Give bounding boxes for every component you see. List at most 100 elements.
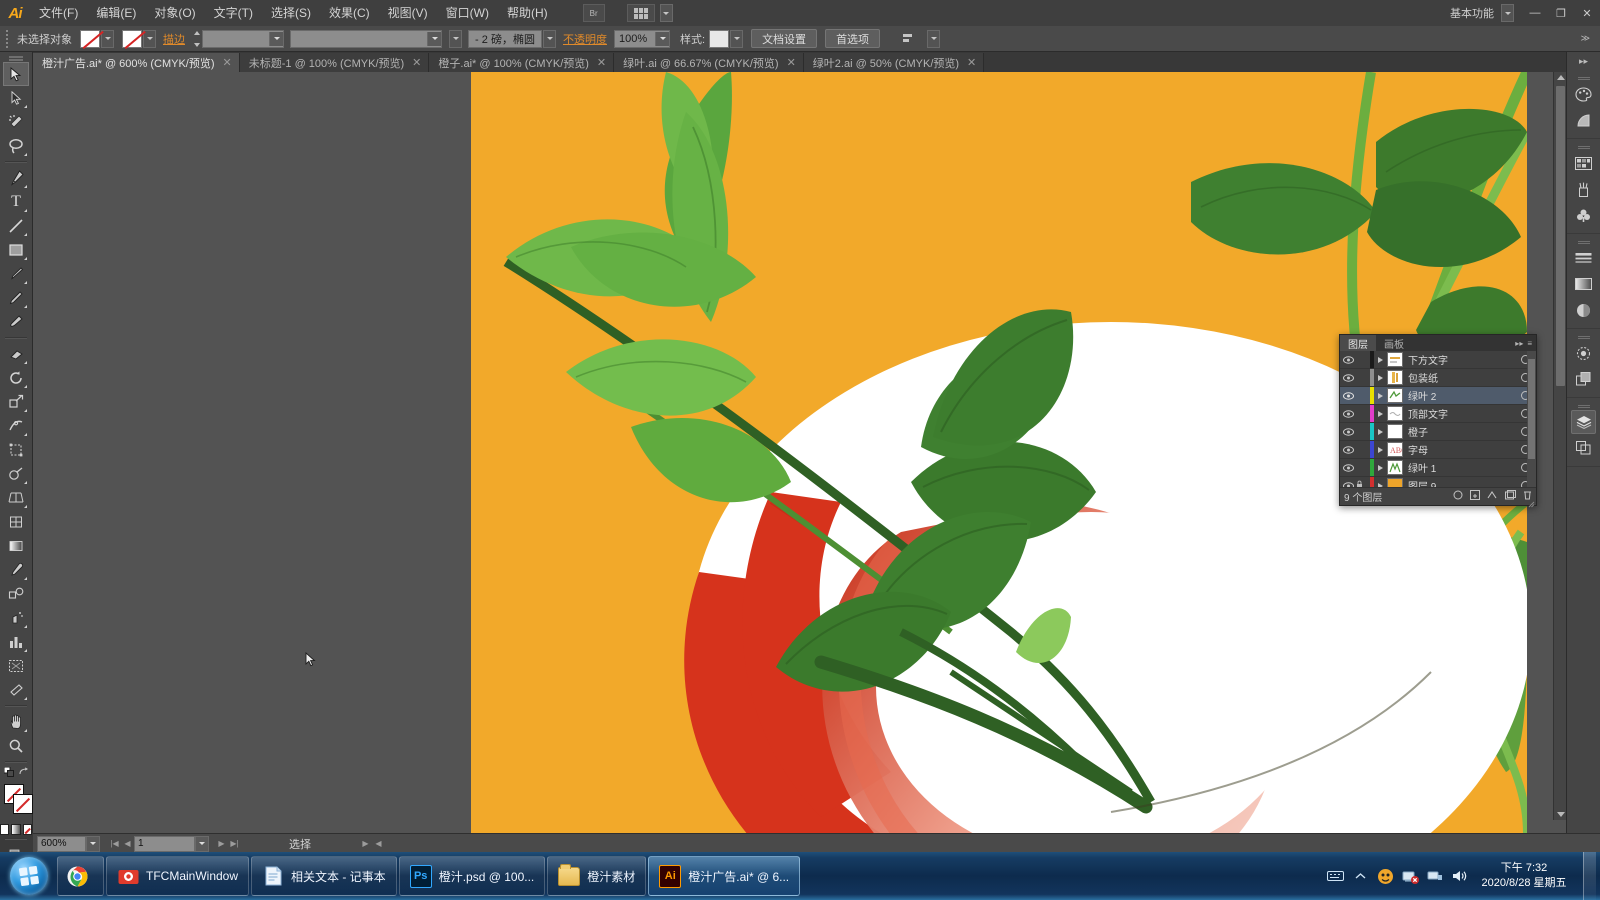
close-icon[interactable]: ✕ [597, 56, 606, 69]
brushes-panel-icon[interactable] [1571, 177, 1596, 201]
visibility-eye-icon[interactable] [1340, 427, 1356, 436]
graphic-style-swatch[interactable] [709, 29, 730, 48]
table-row[interactable]: 下方文字 [1340, 351, 1536, 369]
expand-triangle-icon[interactable] [1374, 357, 1387, 363]
zoom-dropdown-arrow[interactable] [86, 835, 100, 852]
layer-name[interactable]: 字母 [1408, 442, 1514, 457]
layer-name[interactable]: 包装纸 [1408, 370, 1514, 385]
artboard-tool[interactable] [3, 654, 29, 678]
bridge-button[interactable]: Br [582, 4, 605, 22]
visibility-eye-icon[interactable] [1340, 445, 1356, 454]
color-button[interactable] [0, 824, 10, 835]
first-artboard-button[interactable]: |◀ [108, 837, 121, 851]
appearance-panel-icon[interactable] [1571, 341, 1596, 365]
dock-group-gripper[interactable] [1567, 333, 1600, 339]
opacity-extra-arrow[interactable] [449, 29, 462, 48]
align-icon[interactable] [896, 31, 922, 47]
slice-tool[interactable] [3, 678, 29, 702]
document-setup-button[interactable]: 文档设置 [751, 29, 818, 48]
table-row[interactable]: 绿叶 2 [1340, 387, 1536, 405]
visibility-eye-icon[interactable] [1340, 463, 1356, 472]
rectangle-tool[interactable] [3, 238, 29, 262]
stroke-link[interactable]: 描边 [163, 31, 185, 47]
tab-layers[interactable]: 图层 [1340, 335, 1376, 351]
table-row[interactable]: 顶部文字 [1340, 405, 1536, 423]
blob-brush-tool[interactable] [3, 310, 29, 334]
arrange-documents-button[interactable] [626, 4, 655, 22]
magic-wand-tool[interactable] [3, 110, 29, 134]
gradient-tool[interactable] [3, 534, 29, 558]
menu-file[interactable]: 文件(F) [30, 0, 87, 26]
tab-orange[interactable]: 橙子.ai* @ 100% (CMYK/预览) ✕ [429, 53, 615, 72]
align-dropdown-arrow[interactable] [927, 29, 941, 48]
layers-scrollbar[interactable] [1527, 351, 1536, 487]
style-dropdown-arrow[interactable] [730, 29, 744, 48]
artboards-panel-icon[interactable] [1571, 436, 1596, 460]
menu-view[interactable]: 视图(V) [379, 0, 437, 26]
visibility-eye-icon[interactable] [1340, 409, 1356, 418]
table-row[interactable]: 绿叶 1 [1340, 459, 1536, 477]
close-icon[interactable]: ✕ [787, 56, 796, 69]
transparency-panel-icon[interactable] [1571, 298, 1596, 322]
expand-triangle-icon[interactable] [1374, 393, 1387, 399]
control-bar-overflow-icon[interactable]: ≫ [1577, 33, 1594, 44]
eyedropper-tool[interactable] [3, 558, 29, 582]
antivirus-icon[interactable] [1376, 867, 1394, 885]
zoom-tool[interactable] [3, 734, 29, 758]
menu-object[interactable]: 对象(O) [145, 0, 204, 26]
none-button[interactable] [22, 824, 32, 835]
workspace-switcher[interactable]: 基本功能 [1444, 5, 1500, 21]
tab-green-leaf-2[interactable]: 绿叶2.ai @ 50% (CMYK/预览) ✕ [803, 53, 985, 72]
opacity-link[interactable]: 不透明度 [563, 31, 607, 47]
taskbar-item-tfcmainwindow[interactable]: TFCMainWindow [106, 856, 250, 896]
close-icon[interactable]: ✕ [223, 56, 232, 69]
status-prev-arrow[interactable]: ◀ [372, 837, 385, 851]
shape-builder-tool[interactable] [3, 462, 29, 486]
layer-name[interactable]: 绿叶 2 [1408, 388, 1514, 403]
brush-definition-combo[interactable] [290, 29, 442, 48]
tab-artboards[interactable]: 画板 [1376, 335, 1412, 351]
create-sublayer-icon[interactable] [1470, 490, 1480, 503]
table-row[interactable]: 图层 9 [1340, 477, 1536, 487]
document-vertical-scrollbar[interactable] [1553, 72, 1567, 820]
control-bar-gripper[interactable] [4, 29, 11, 48]
taskbar-item-folder[interactable]: 橙汁素材 [547, 856, 647, 896]
previous-artboard-button[interactable]: ◀ [121, 837, 134, 851]
gradient-panel-icon[interactable] [1571, 272, 1596, 296]
new-layer-icon[interactable] [1505, 490, 1516, 503]
chevron-down-icon[interactable] [269, 31, 283, 46]
scale-tool[interactable] [3, 390, 29, 414]
menu-select[interactable]: 选择(S) [262, 0, 320, 26]
tab-orange-juice-ad[interactable]: 橙汁广告.ai* @ 600% (CMYK/预览) ✕ [33, 53, 240, 72]
status-next-arrow[interactable]: ▶ [359, 837, 372, 851]
visibility-eye-icon[interactable] [1340, 355, 1356, 364]
layer-name[interactable]: 绿叶 1 [1408, 460, 1514, 475]
symbol-sprayer-tool[interactable] [3, 606, 29, 630]
blend-tool[interactable] [3, 582, 29, 606]
dock-group-gripper[interactable] [1567, 402, 1600, 408]
panel-collapse-icon[interactable]: ▸▸ [1515, 339, 1523, 348]
dock-group-gripper[interactable] [1567, 238, 1600, 244]
dock-expand-icon[interactable]: ▸▸ [1567, 52, 1600, 70]
type-tool[interactable]: T [3, 190, 29, 214]
fill-stroke-indicator[interactable] [0, 782, 33, 822]
workspace-dropdown-arrow[interactable] [1501, 4, 1514, 22]
color-panel-icon[interactable] [1571, 82, 1596, 106]
expand-triangle-icon[interactable] [1374, 411, 1387, 417]
stroke-weight-stepper[interactable] [192, 30, 201, 47]
volume-icon[interactable] [1451, 867, 1469, 885]
make-clipping-icon[interactable] [1487, 490, 1498, 503]
scroll-down-arrow-icon[interactable] [1557, 812, 1565, 817]
eraser-tool[interactable] [3, 342, 29, 366]
pen-tool[interactable] [3, 166, 29, 190]
stroke-weight-combo[interactable] [202, 29, 284, 48]
ime-icon[interactable] [1326, 867, 1344, 885]
close-icon[interactable]: ✕ [967, 56, 976, 69]
stroke-panel-icon[interactable] [1571, 246, 1596, 270]
network-error-icon[interactable] [1401, 867, 1419, 885]
layer-name[interactable]: 顶部文字 [1408, 406, 1514, 421]
stroke-swatch[interactable] [122, 29, 142, 48]
fill-swatch[interactable] [80, 29, 100, 48]
clock[interactable]: 下午 7:32 2020/8/28 星期五 [1476, 861, 1572, 891]
artboard-dropdown-arrow[interactable] [195, 835, 209, 852]
